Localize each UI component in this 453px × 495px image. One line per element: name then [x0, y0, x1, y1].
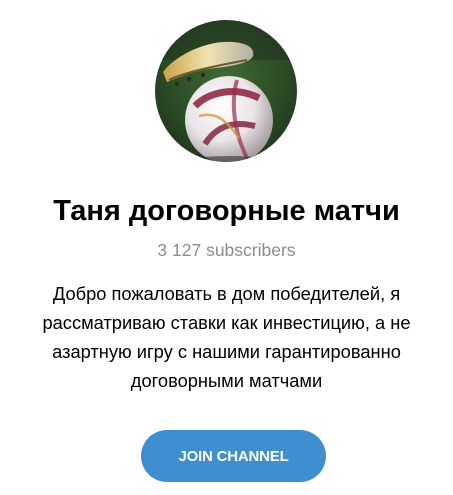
description-line: рассматриваю ставки как инвестицию, а не — [42, 312, 411, 333]
subscriber-count: 3 127 subscribers — [157, 240, 296, 260]
description-line: азартную игру с нашими гарантированно — [52, 341, 401, 362]
channel-preview-card: Таня договорные матчи 3 127 subscribers … — [0, 0, 453, 495]
description-line: Добро пожаловать в дом победителей, я — [52, 283, 401, 304]
channel-title: Таня договорные матчи — [53, 195, 400, 227]
channel-description: Добро пожаловать в дом победителей, я ра… — [20, 279, 433, 395]
football-photo-icon — [155, 20, 297, 162]
join-channel-button[interactable]: JOIN CHANNEL — [141, 430, 326, 482]
description-line: договорными матчами — [130, 370, 323, 391]
channel-avatar — [155, 20, 297, 162]
